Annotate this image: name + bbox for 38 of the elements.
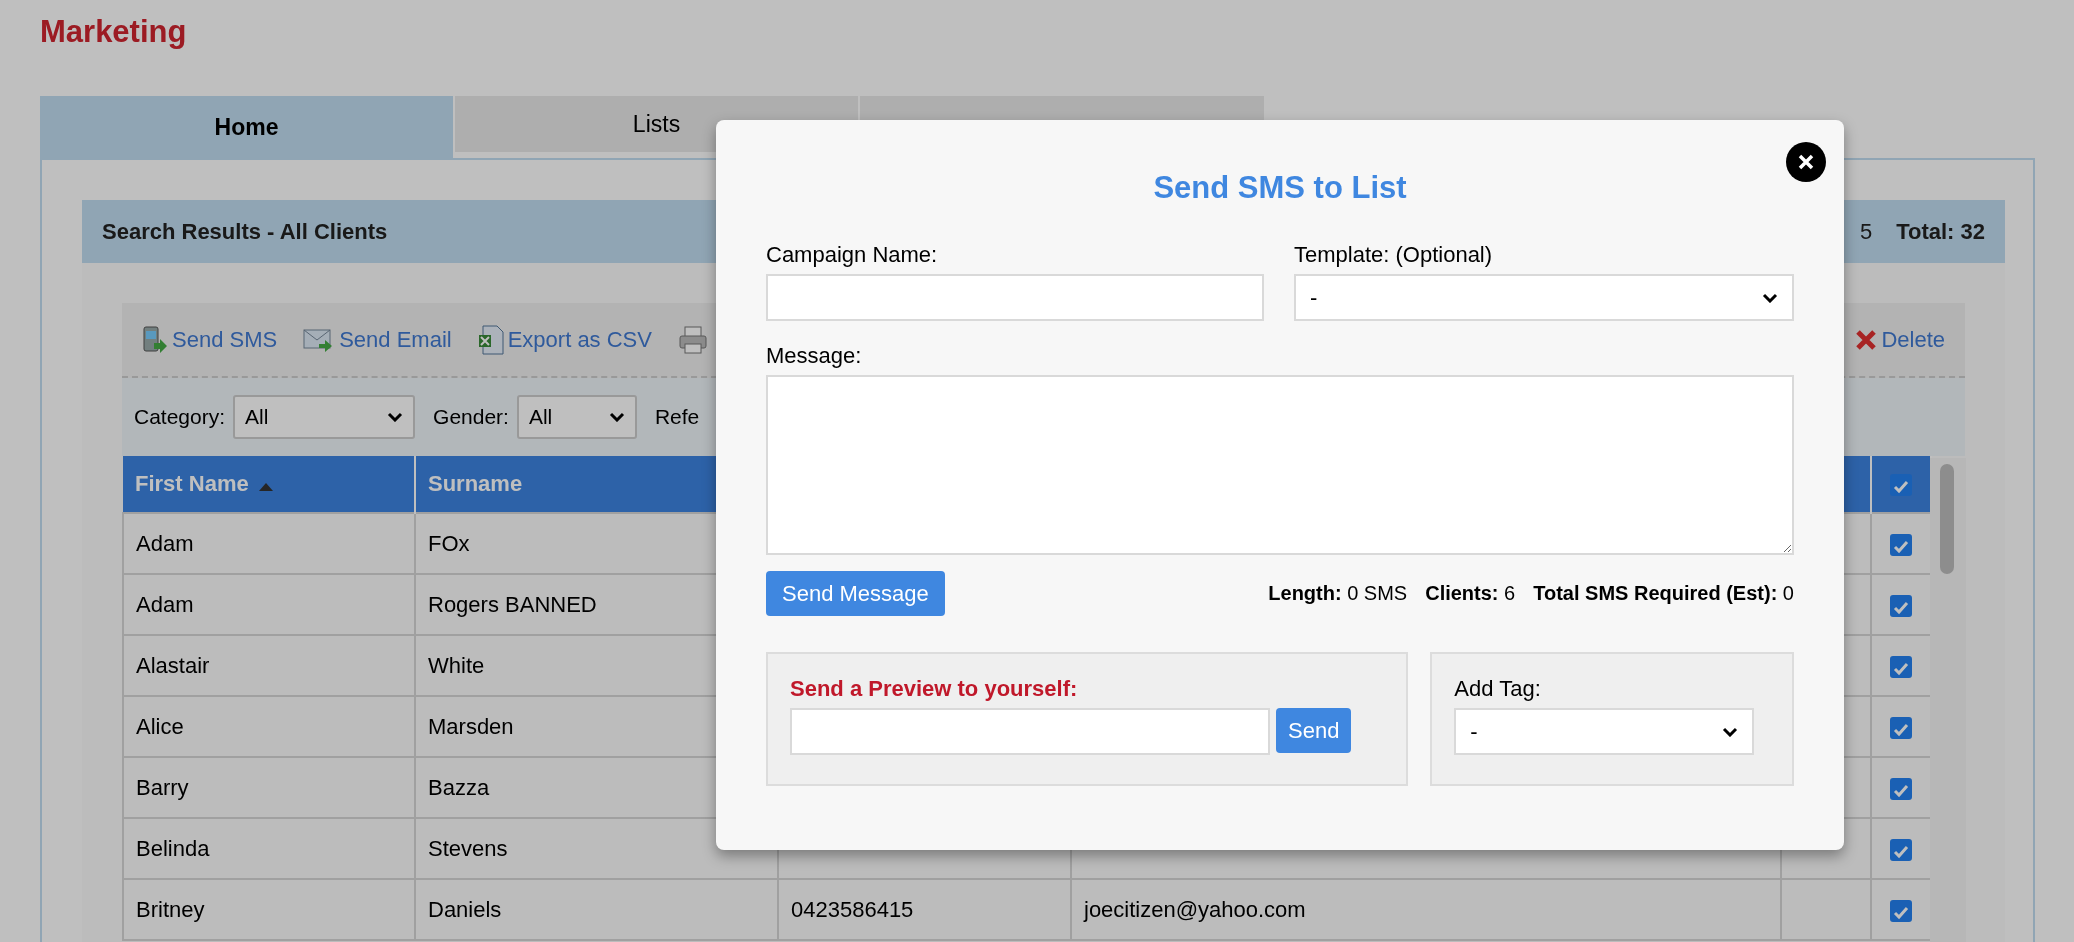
stat-text: Total SMS Required (Est): 0 <box>1533 582 1794 605</box>
table-cell: Britney <box>123 879 415 940</box>
table-cell: Alastair <box>123 635 415 696</box>
stat-text: Length: 0 SMS <box>1268 582 1408 605</box>
field-label: Template: (Optional) <box>1294 242 1494 268</box>
table-cell: joecitizen@yahoo.com <box>1071 879 1781 940</box>
field-label: Add Tag: <box>1454 676 1542 702</box>
toolbar-link[interactable]: Send SMS <box>142 324 278 355</box>
table-cell: Adam <box>123 513 415 574</box>
results-title: Search Results - All Clients <box>102 218 388 245</box>
delete-link[interactable]: Delete <box>1855 326 1945 353</box>
toolbar-link[interactable]: Export as CSV <box>477 324 652 355</box>
dialog-title: Send SMS to List <box>1152 170 1408 207</box>
table-cell: Belinda <box>123 818 415 879</box>
stat-text: Clients: 6 <box>1425 582 1516 605</box>
table-cell: Daniels <box>415 879 778 940</box>
filter-label: Gender: <box>433 405 509 429</box>
results-count: 5 <box>1859 218 1873 245</box>
table-cell: Alice <box>123 696 415 757</box>
preview-label: Send a Preview to yourself: <box>790 676 1079 702</box>
table-cell: Barry <box>123 757 415 818</box>
tag-select[interactable]: - <box>1454 708 1755 755</box>
send-button[interactable]: Send <box>1276 708 1352 753</box>
table-cell: 0423586415 <box>778 879 1071 940</box>
column-header[interactable]: First Name <box>123 456 415 513</box>
field-label: Message: <box>766 343 862 368</box>
filter-label: Category: <box>134 405 226 429</box>
filter-select[interactable]: All <box>233 395 416 439</box>
table-cell: Adam <box>123 574 415 635</box>
filter-label: Refe <box>654 405 700 429</box>
send-message-button[interactable]: Send Message <box>766 571 945 616</box>
filter-select[interactable]: All <box>516 395 637 439</box>
results-total: Total: 32 <box>1896 218 1985 245</box>
template-select[interactable]: - <box>1294 274 1794 321</box>
toolbar-link[interactable]: Send Email <box>303 325 452 354</box>
page-title: Marketing <box>40 14 188 51</box>
tab[interactable]: Home <box>40 96 453 158</box>
field-label: Campaign Name: <box>766 242 939 268</box>
